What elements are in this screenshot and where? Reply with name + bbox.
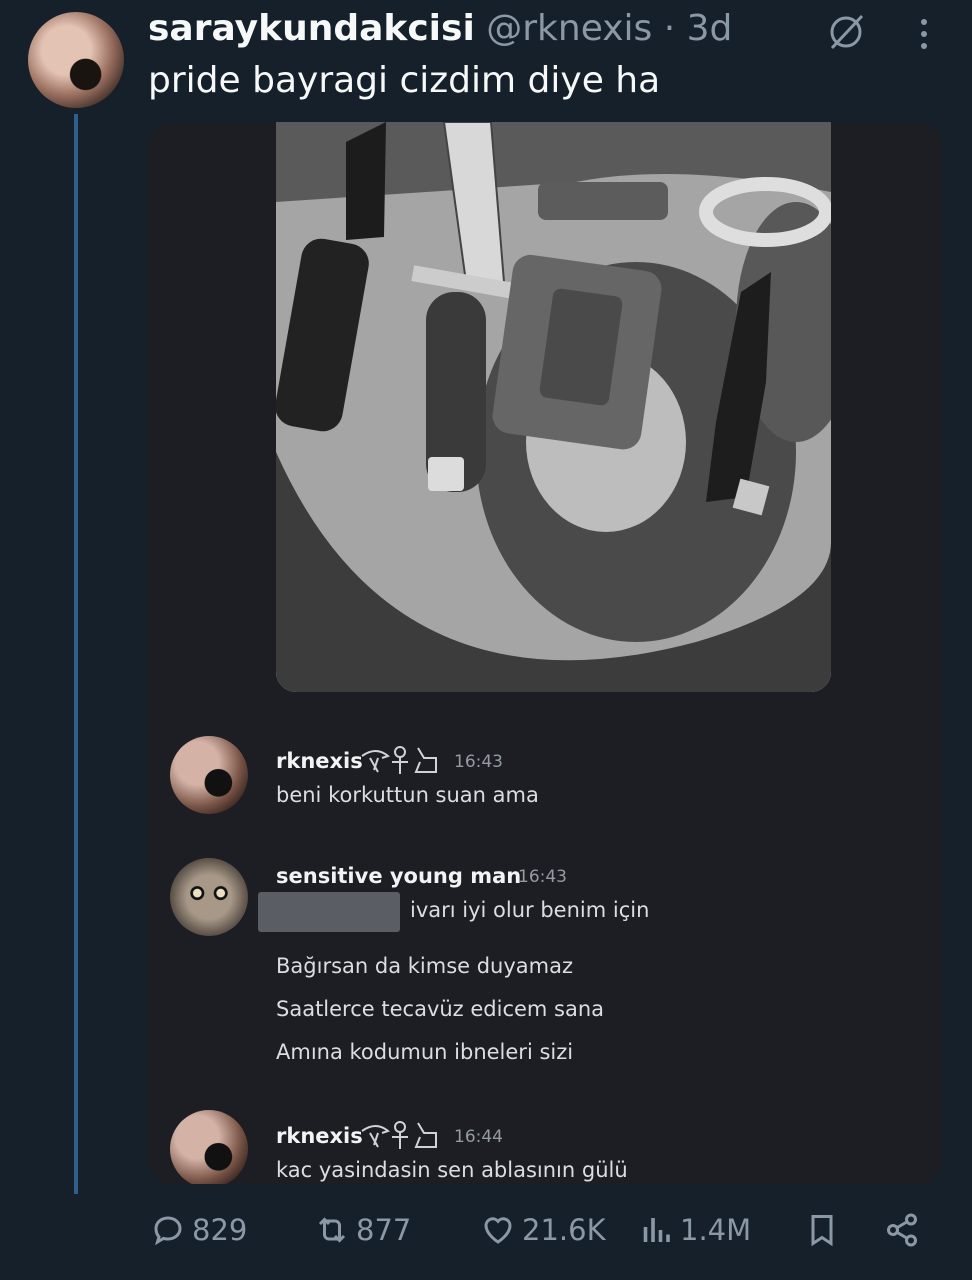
action-bar: 829 877 21.6K 1.4M bbox=[0, 1200, 972, 1264]
reply-icon bbox=[154, 1216, 182, 1246]
author-avatar[interactable] bbox=[28, 12, 124, 108]
chat-username[interactable]: rknexis bbox=[276, 749, 363, 773]
thread-line bbox=[74, 114, 78, 1194]
like-count: 21.6K bbox=[522, 1213, 606, 1247]
view-count: 1.4M bbox=[680, 1213, 752, 1247]
hieroglyph-icon bbox=[361, 1121, 437, 1149]
tweet-header: saraykundakcisi @rknexis · 3d bbox=[148, 8, 732, 49]
chat-message: kac yasindasin sen ablasının gülü bbox=[276, 1158, 628, 1182]
like-icon bbox=[484, 1217, 512, 1244]
tweet-media[interactable]: rknexis 16:43 beni korkuttun suan ama se… bbox=[148, 122, 942, 1184]
redaction-box bbox=[258, 892, 400, 932]
chat-username[interactable]: rknexis bbox=[276, 1124, 363, 1148]
grok-icon[interactable] bbox=[824, 10, 868, 54]
chat-timestamp: 16:43 bbox=[454, 752, 503, 772]
handle[interactable]: @rknexis bbox=[486, 8, 652, 49]
hieroglyph-icon bbox=[361, 746, 437, 774]
chat-avatar[interactable] bbox=[170, 736, 248, 814]
chat-username[interactable]: sensitive young man bbox=[276, 864, 521, 888]
more-icon[interactable] bbox=[914, 14, 934, 54]
repost-icon bbox=[318, 1217, 346, 1243]
bookmark-icon bbox=[811, 1215, 833, 1247]
views-button[interactable]: 1.4M bbox=[638, 1212, 751, 1248]
chat-avatar[interactable] bbox=[170, 858, 248, 936]
share-button[interactable] bbox=[884, 1212, 920, 1248]
chat-message: Bağırsan da kimse duyamaz bbox=[276, 954, 574, 978]
chat-message: ivarı iyi olur benim için bbox=[410, 898, 650, 922]
timestamp[interactable]: · 3d bbox=[664, 8, 733, 49]
chat-message: beni korkuttun suan ama bbox=[276, 783, 539, 807]
tweet-text: pride bayragi cizdim diye ha bbox=[148, 60, 661, 101]
display-name[interactable]: saraykundakcisi bbox=[148, 8, 475, 49]
chat-timestamp: 16:44 bbox=[454, 1127, 503, 1147]
repost-count: 877 bbox=[356, 1213, 412, 1247]
chat-message: Amına kodumun ibneleri sizi bbox=[276, 1040, 574, 1064]
reply-count: 829 bbox=[192, 1213, 248, 1247]
weapons-photo bbox=[276, 122, 831, 692]
chat-message: Saatlerce tecavüz edicem sana bbox=[276, 997, 605, 1021]
bookmark-button[interactable] bbox=[804, 1212, 840, 1248]
chat-timestamp: 16:43 bbox=[518, 867, 567, 887]
repost-button[interactable]: 877 bbox=[314, 1212, 411, 1248]
reply-button[interactable]: 829 bbox=[150, 1212, 247, 1248]
views-icon bbox=[643, 1218, 670, 1242]
share-icon bbox=[887, 1213, 917, 1247]
like-button[interactable]: 21.6K bbox=[480, 1212, 606, 1248]
chat-avatar[interactable] bbox=[170, 1110, 248, 1184]
